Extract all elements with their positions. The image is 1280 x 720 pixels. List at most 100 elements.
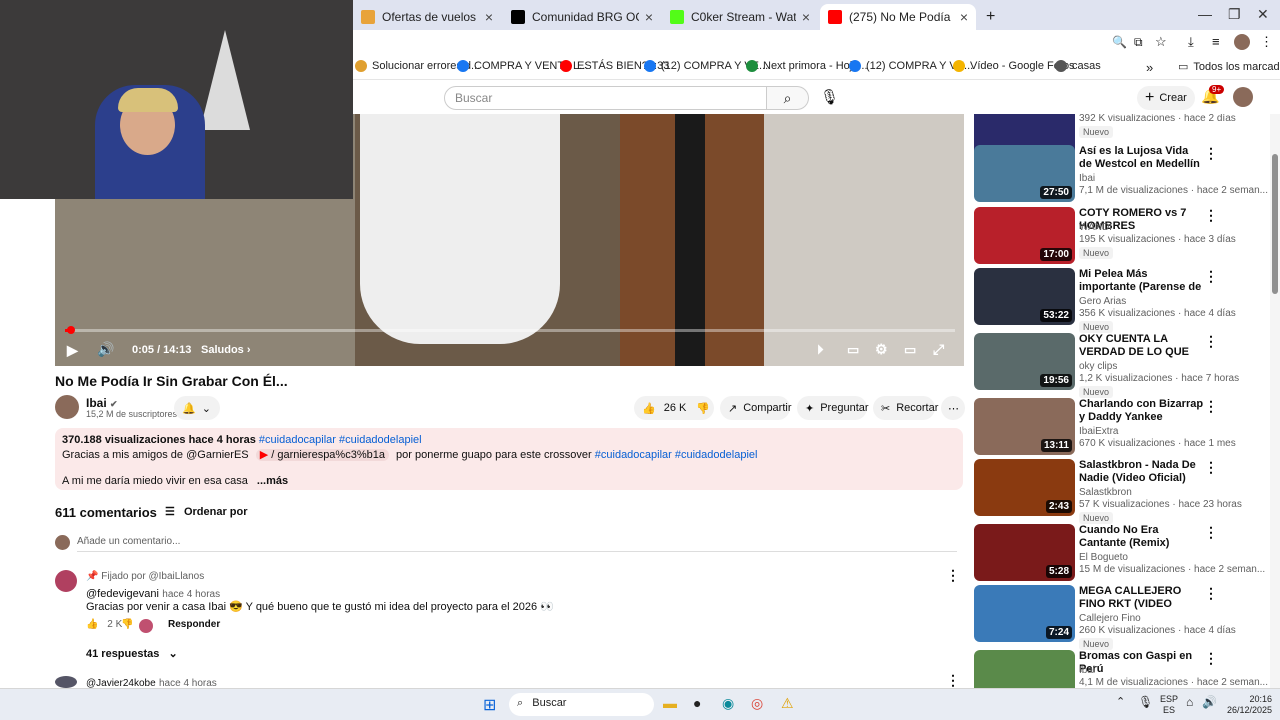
related-title[interactable]: Salastkbron - Nada De Nadie (Video Ofici… bbox=[1079, 459, 1204, 485]
description-box[interactable]: 370.188 visualizaciones hace 4 horas #cu… bbox=[55, 428, 963, 490]
related-channel[interactable]: WANDI bbox=[1079, 222, 1112, 233]
add-comment-input[interactable]: Añade un comentario... bbox=[77, 536, 957, 552]
network-icon[interactable]: ⌂ bbox=[1186, 695, 1193, 709]
bookmark-item[interactable]: casas bbox=[1055, 60, 1101, 72]
close-window-icon[interactable]: ✕ bbox=[1257, 6, 1269, 23]
chrome-icon[interactable]: ◎ bbox=[751, 695, 763, 712]
related-video[interactable]: 27:50 Así es la Lujosa Vida de Westcol en… bbox=[974, 145, 1270, 205]
menu-icon[interactable]: ⋮ bbox=[1260, 34, 1273, 50]
related-menu-icon[interactable]: ⋮ bbox=[1204, 207, 1218, 224]
profile-avatar[interactable] bbox=[1234, 34, 1250, 50]
mic-icon[interactable]: 🎙 bbox=[820, 88, 839, 106]
video-thumbnail[interactable]: 53:22 bbox=[974, 268, 1075, 325]
autoplay-toggle[interactable]: ⏵ bbox=[817, 342, 824, 358]
clock[interactable]: 20:16 26/12/2025 bbox=[1222, 694, 1272, 716]
start-icon[interactable]: ⊞ bbox=[483, 695, 496, 715]
related-video[interactable]: 2:43 Salastkbron - Nada De Nadie (Video O… bbox=[974, 459, 1270, 524]
share-button[interactable]: ↗ Compartir bbox=[720, 396, 792, 420]
channel-name[interactable]: Ibai ✔ bbox=[86, 396, 118, 410]
taskbar-search[interactable]: ⌕ Buscar bbox=[509, 693, 654, 716]
file-explorer-icon[interactable]: ▬ bbox=[663, 695, 677, 711]
ask-button[interactable]: ✦ Preguntar bbox=[797, 396, 869, 420]
account-avatar[interactable] bbox=[1233, 87, 1253, 107]
browser-tab[interactable]: Ofertas de vuelos × bbox=[353, 4, 501, 30]
related-menu-icon[interactable]: ⋮ bbox=[1204, 524, 1218, 541]
description-tags-2[interactable]: #cuidadocapilar #cuidadodelapiel bbox=[595, 449, 758, 461]
search-button[interactable]: ⌕ bbox=[767, 86, 809, 110]
video-thumbnail[interactable] bbox=[974, 650, 1075, 688]
related-title[interactable]: Cuando No Era Cantante (Remix) bbox=[1079, 524, 1204, 550]
related-title[interactable]: Así es la Lujosa Vida de Westcol en Mede… bbox=[1079, 145, 1204, 171]
video-thumbnail[interactable]: 2:43 bbox=[974, 459, 1075, 516]
browser-tab[interactable]: C0ker Stream - Watch Live on K× bbox=[662, 4, 818, 30]
theater-icon[interactable]: ▭ bbox=[904, 342, 916, 358]
related-channel[interactable]: Ibai bbox=[1079, 665, 1095, 676]
comment-author[interactable]: @fedevigevani bbox=[86, 588, 159, 600]
browser-tab[interactable]: Comunidad BRG OG / X× bbox=[503, 4, 661, 30]
close-tab-icon[interactable]: × bbox=[479, 9, 493, 25]
reply-button[interactable]: Responder bbox=[168, 619, 220, 630]
related-video[interactable]: 13:11 Charlando con Bizarrap y Daddy Yank… bbox=[974, 398, 1270, 458]
related-title[interactable]: MEGA CALLEJERO FINO RKT (VIDEO OFICIAL) bbox=[1079, 585, 1204, 611]
show-more-button[interactable]: ...más bbox=[257, 475, 288, 487]
related-menu-icon[interactable]: ⋮ bbox=[1204, 268, 1218, 285]
related-channel[interactable]: Ibai bbox=[1079, 173, 1095, 184]
bookmarks-more-button[interactable]: » bbox=[1146, 60, 1153, 75]
subscribe-bell-button[interactable]: 🔔 ⌄ bbox=[174, 396, 220, 420]
related-channel[interactable]: Salastkbron bbox=[1079, 487, 1132, 498]
star-icon[interactable]: ☆ bbox=[1155, 34, 1167, 50]
download-icon[interactable]: ⤓ bbox=[1188, 34, 1194, 50]
related-menu-icon[interactable]: ⋮ bbox=[1204, 145, 1218, 162]
related-video[interactable]: 5:28 Cuando No Era Cantante (Remix) El Bog… bbox=[974, 524, 1270, 584]
browser-tab[interactable]: (275) No Me Podía Ir Sin Gr× bbox=[820, 4, 976, 30]
dislike-button[interactable]: 👎 bbox=[688, 396, 716, 420]
related-channel[interactable]: oky clips bbox=[1079, 361, 1117, 372]
fullscreen-icon[interactable]: ⤢ bbox=[933, 341, 944, 358]
create-button[interactable]: + Crear bbox=[1137, 86, 1195, 110]
sort-button[interactable]: ☰ Ordenar por bbox=[165, 505, 248, 518]
all-bookmarks-button[interactable]: ▭ Todos los marcadores bbox=[1178, 60, 1280, 74]
related-title[interactable]: OKY CUENTA LA VERDAD DE LO QUE PASO CON … bbox=[1079, 333, 1204, 359]
related-title[interactable]: Mi Pelea Más importante (Parense de mano… bbox=[1079, 268, 1204, 294]
subtitles-icon[interactable]: ▭ bbox=[847, 342, 859, 358]
related-title[interactable]: Charlando con Bizarrap y Daddy Yankee bbox=[1079, 398, 1204, 424]
restore-icon[interactable]: ❐ bbox=[1228, 6, 1241, 23]
zoom-icon[interactable]: 🔍 bbox=[1112, 35, 1127, 49]
video-thumbnail[interactable]: 13:11 bbox=[974, 398, 1075, 455]
related-video[interactable]: 53:22 Mi Pelea Más importante (Parense de… bbox=[974, 268, 1270, 333]
scrollbar[interactable] bbox=[1270, 114, 1280, 688]
description-tags[interactable]: #cuidadocapilar #cuidadodelapiel bbox=[259, 434, 422, 446]
related-menu-icon[interactable]: ⋮ bbox=[1204, 333, 1218, 350]
video-thumbnail[interactable]: 7:24 bbox=[974, 585, 1075, 642]
edge-icon[interactable]: ◉ bbox=[722, 695, 734, 712]
related-video[interactable]: 7:24 MEGA CALLEJERO FINO RKT (VIDEO OFICI… bbox=[974, 585, 1270, 650]
volume-icon[interactable]: 🔊 bbox=[97, 341, 114, 358]
cast-icon[interactable]: ⧉ bbox=[1134, 35, 1143, 50]
related-channel[interactable]: El Bogueto bbox=[1079, 552, 1128, 563]
media-icon[interactable]: ≡ bbox=[1212, 34, 1220, 49]
minimize-icon[interactable]: — bbox=[1198, 6, 1212, 22]
related-menu-icon[interactable]: ⋮ bbox=[1204, 650, 1218, 667]
progress-bar[interactable] bbox=[65, 326, 955, 334]
channel-link[interactable]: ▶ / garnierespa%c3%b1a bbox=[255, 449, 389, 461]
close-tab-icon[interactable]: × bbox=[954, 9, 968, 25]
comment-avatar-2[interactable] bbox=[55, 676, 77, 688]
mic-tray-icon[interactable]: 🎙 bbox=[1138, 695, 1153, 709]
clip-button[interactable]: ✂ Recortar bbox=[873, 396, 938, 420]
new-tab-button[interactable]: + bbox=[978, 4, 1002, 30]
related-menu-icon[interactable]: ⋮ bbox=[1204, 459, 1218, 476]
related-video[interactable]: 19:56 OKY CUENTA LA VERDAD DE LO QUE PASO… bbox=[974, 333, 1270, 398]
comment-time[interactable]: hace 4 horas bbox=[162, 589, 220, 600]
search-input[interactable]: Buscar bbox=[444, 86, 767, 110]
video-thumbnail[interactable]: 27:50 bbox=[974, 145, 1075, 202]
related-menu-icon[interactable]: ⋮ bbox=[1204, 398, 1218, 415]
close-tab-icon[interactable]: × bbox=[796, 9, 810, 25]
language-indicator[interactable]: ESP ES bbox=[1160, 694, 1178, 716]
video-thumbnail[interactable]: 5:28 bbox=[974, 524, 1075, 581]
video-thumbnail[interactable]: 19:56 bbox=[974, 333, 1075, 390]
related-video[interactable]: Bromas con Gaspi en Perú Ibai 4,1 M de vis… bbox=[974, 650, 1270, 688]
close-tab-icon[interactable]: × bbox=[639, 9, 653, 25]
comment-like-button[interactable]: 👍 2 K bbox=[86, 619, 122, 630]
tray-chevron-icon[interactable]: ⌃ bbox=[1116, 695, 1125, 708]
play-icon[interactable]: ▶ bbox=[67, 342, 78, 359]
